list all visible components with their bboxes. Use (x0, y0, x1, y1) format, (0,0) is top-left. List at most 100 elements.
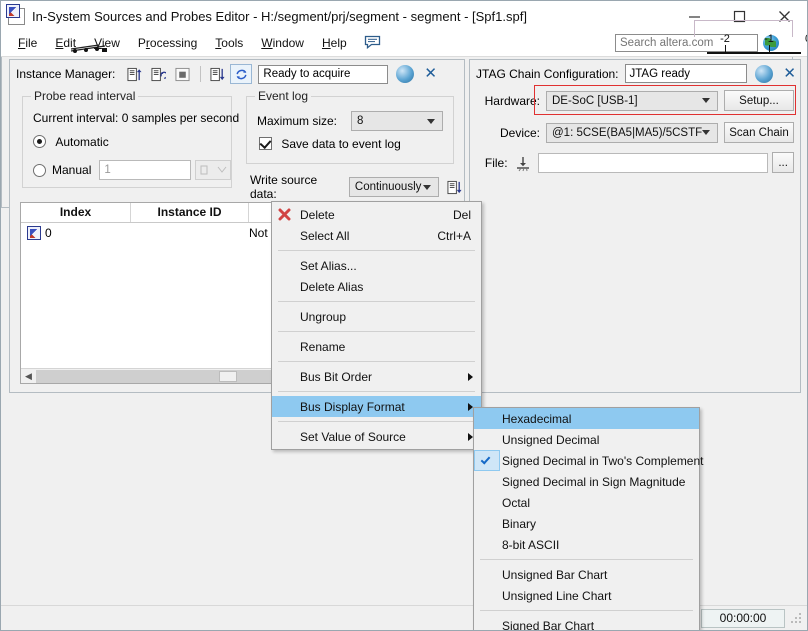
bus-source-icon (69, 42, 109, 54)
device-combo[interactable]: @1: 5CSE(BA5|MA5)/5CSTFD5D (546, 122, 718, 143)
ruler-tick (769, 45, 770, 52)
ruler-tick (725, 45, 726, 52)
run-analysis-icon[interactable] (123, 64, 145, 84)
save-data-checkbox[interactable] (259, 137, 272, 150)
submenu-unsigned-bar-chart[interactable]: Unsigned Bar Chart (474, 564, 699, 585)
delete-x-icon (278, 208, 291, 221)
menuitem-bus-display-format[interactable]: Bus Display Format (272, 396, 481, 417)
scan-chain-button[interactable]: Scan Chain (724, 122, 794, 143)
hardware-combo[interactable]: DE-SoC [USB-1] (546, 90, 718, 111)
toolbar-divider (200, 66, 202, 82)
read-probe-data-icon[interactable] (206, 64, 228, 84)
chevron-down-icon (427, 118, 436, 124)
menuitem-ungroup[interactable]: Ungroup (272, 306, 481, 327)
write-source-data-label: Write source data: (250, 173, 318, 201)
menuitem-delete-label: Delete (300, 207, 335, 222)
hardware-value: DE-SoC [USB-1] (552, 94, 638, 107)
context-menu[interactable]: Delete Del Select All Ctrl+A Set Alias..… (271, 201, 482, 450)
continuous-read-icon[interactable] (147, 64, 169, 84)
manual-interval-input[interactable]: 1 (99, 160, 192, 180)
manual-stepper[interactable] (195, 160, 232, 180)
cell-index-value: 0 (45, 225, 52, 240)
submenu-unsigned-decimal[interactable]: Unsigned Decimal (474, 429, 699, 450)
maximum-size-label: Maximum size: (257, 114, 338, 128)
menuitem-rename[interactable]: Rename (272, 336, 481, 357)
instance-manager-title: Instance Manager: (16, 67, 116, 81)
submenu-8bit-ascii[interactable]: 8-bit ASCII (474, 534, 699, 555)
menu-window[interactable]: Window (252, 33, 313, 53)
maximum-size-row: Maximum size: 8 (257, 111, 445, 131)
menuitem-set-alias[interactable]: Set Alias... (272, 255, 481, 276)
submenu-octal-label: Octal (502, 495, 531, 510)
submenu-binary-label: Binary (502, 516, 537, 531)
file-input[interactable] (537, 152, 769, 173)
panel-close-icon[interactable]: ✕ (783, 66, 796, 81)
speech-bubble-icon[interactable] (364, 35, 381, 52)
menuitem-bus-bit-order[interactable]: Bus Bit Order (272, 366, 481, 387)
refresh-icon[interactable] (230, 64, 253, 84)
panel-close-icon[interactable]: ✕ (424, 66, 437, 81)
menu-tools[interactable]: Tools (206, 33, 252, 53)
menuitem-select-all-accel: Ctrl+A (437, 228, 471, 243)
menu-separator (278, 250, 475, 251)
instance-icon (27, 225, 41, 240)
scroll-left-icon[interactable]: ◀ (21, 369, 36, 384)
resize-grip-icon[interactable] (789, 611, 803, 625)
menu-separator (480, 559, 693, 560)
stop-icon[interactable] (171, 64, 193, 84)
chevron-right-icon (468, 372, 473, 381)
current-interval-value: 0 samples per second (121, 111, 240, 125)
help-icon[interactable] (755, 64, 774, 83)
write-source-data-icon[interactable] (445, 177, 464, 197)
download-chain-icon[interactable] (512, 153, 532, 173)
setup-button[interactable]: Setup... (724, 90, 794, 111)
chevron-down-icon (423, 184, 432, 190)
menu-separator (278, 421, 475, 422)
jtag-header: JTAG Chain Configuration: JTAG ready ✕ (470, 60, 800, 84)
current-interval-label: Current interval: (33, 111, 119, 125)
window-title: In-System Sources and Probes Editor - H:… (32, 8, 527, 24)
hardware-row: Hardware: DE-SoC [USB-1] Setup... (478, 90, 794, 111)
menuitem-set-value-label: Set Value of Source (300, 429, 406, 444)
submenu-signed-decimal-twos-complement[interactable]: Signed Decimal in Two's Complement (474, 450, 704, 471)
file-row: File: ... (478, 152, 794, 173)
submenu-signed-decimal-sign-magnitude[interactable]: Signed Decimal in Sign Magnitude (474, 471, 699, 492)
menu-separator (278, 391, 475, 392)
menu-help[interactable]: Help (313, 33, 356, 53)
column-index: Index (21, 203, 131, 222)
menuitem-delete[interactable]: Delete Del (272, 204, 481, 225)
menuitem-delete-alias[interactable]: Delete Alias (272, 276, 481, 297)
maximum-size-combo[interactable]: 8 (351, 111, 444, 131)
submenu-unsigned-line-chart[interactable]: Unsigned Line Chart (474, 585, 699, 606)
write-source-data-combo[interactable]: Continuously (348, 177, 440, 197)
submenu-twos-complement-label: Signed Decimal in Two's Complement (502, 453, 704, 468)
manual-row: Manual 1 (33, 160, 232, 180)
ruler-baseline (707, 52, 801, 54)
instance-status-field[interactable]: Ready to acquire (258, 64, 389, 84)
instance-icon (6, 4, 20, 18)
submenu-octal[interactable]: Octal (474, 492, 699, 513)
cell-index: 0 (21, 225, 131, 240)
menuitem-select-all[interactable]: Select All Ctrl+A (272, 225, 481, 246)
automatic-radio[interactable]: Automatic (33, 135, 109, 149)
hscroll-thumb[interactable] (219, 370, 238, 382)
elapsed-timer: 00:00:00 (701, 608, 785, 628)
submenu-hexadecimal[interactable]: Hexadecimal (474, 408, 699, 429)
menu-file[interactable]: File (9, 33, 46, 53)
menuitem-ungroup-label: Ungroup (300, 309, 347, 324)
bus-display-format-submenu[interactable]: Hexadecimal Unsigned Decimal Signed Deci… (473, 407, 704, 631)
submenu-unsigned-bar-chart-label: Unsigned Bar Chart (502, 567, 608, 582)
menu-processing[interactable]: Processing (129, 33, 206, 53)
submenu-hexadecimal-label: Hexadecimal (502, 411, 572, 426)
manual-radio[interactable] (33, 163, 46, 177)
application-window: 0 1 In-System Sources and Probes Editor -… (0, 0, 808, 631)
save-data-checkbox-row[interactable]: Save data to event log (259, 137, 401, 151)
menuitem-set-value-of-source[interactable]: Set Value of Source (272, 426, 481, 447)
submenu-signed-bar-chart[interactable]: Signed Bar Chart (474, 615, 699, 631)
jtag-status-field[interactable]: JTAG ready (624, 64, 748, 83)
current-interval-row: Current interval: 0 samples per second (33, 111, 239, 125)
menu-file-rest: ile (25, 36, 38, 50)
help-icon[interactable] (396, 65, 415, 83)
file-browse-button[interactable]: ... (772, 152, 794, 173)
submenu-binary[interactable]: Binary (474, 513, 699, 534)
